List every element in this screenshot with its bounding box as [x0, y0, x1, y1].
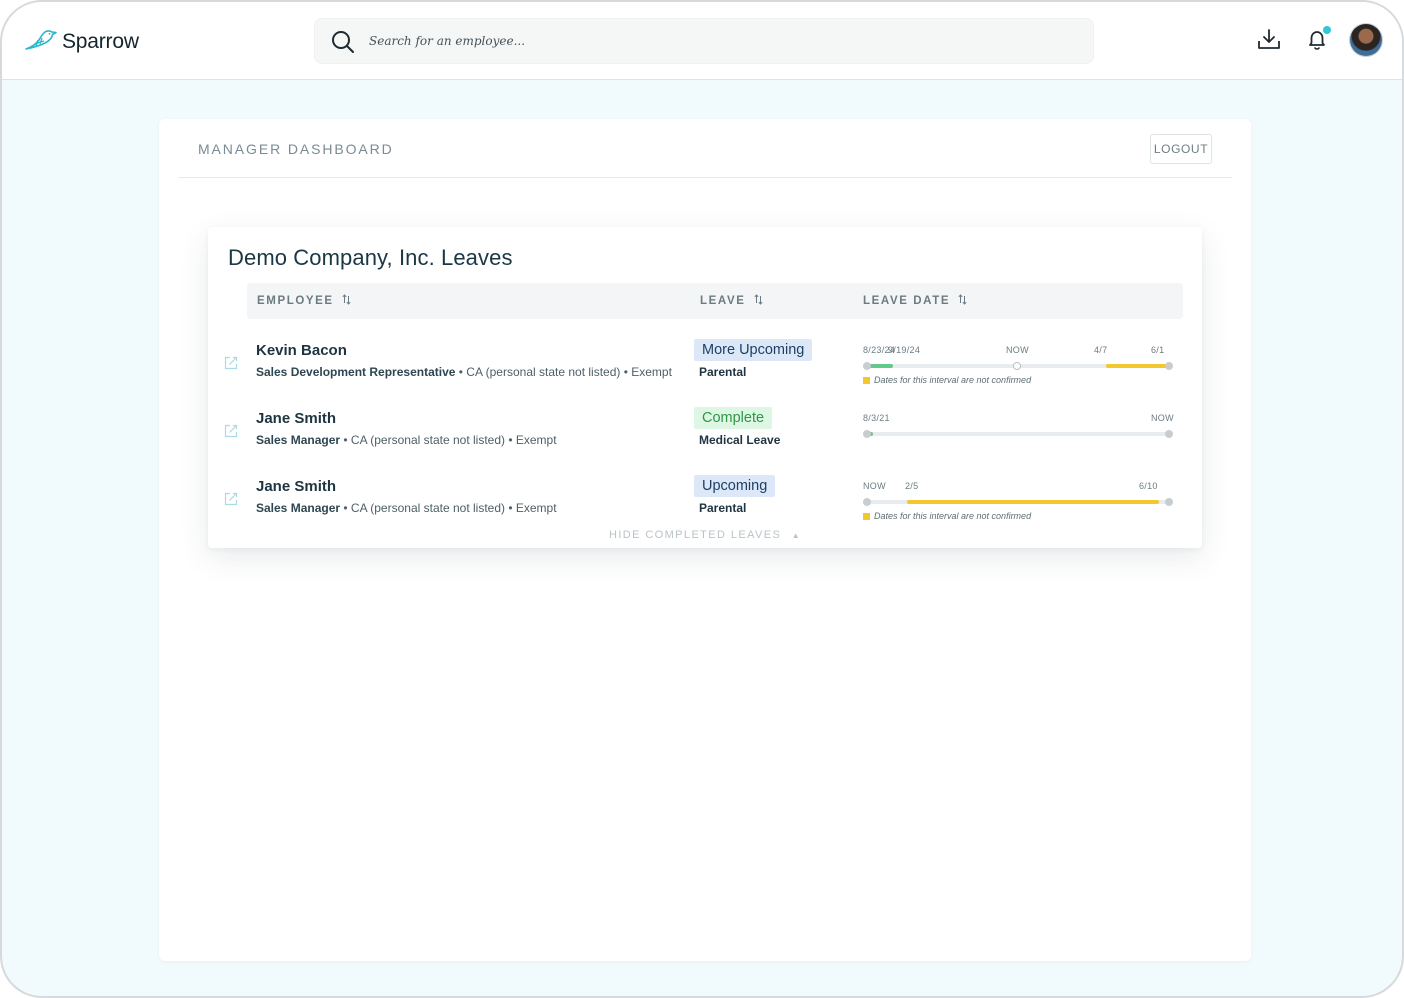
timeline-label: 6/1 [1151, 345, 1165, 355]
sort-icon[interactable] [342, 294, 351, 308]
timeline-label: NOW [1151, 413, 1174, 423]
employee-details: • CA (personal state not listed) • Exemp… [455, 365, 672, 379]
leave-type: Medical Leave [699, 433, 781, 447]
search-icon[interactable] [330, 29, 356, 60]
unconfirmed-note: Dates for this interval are not confirme… [863, 375, 1031, 385]
timeline-track [867, 432, 1171, 436]
leave-timeline: 8/23/24 9/19/24 NOW 4/7 6/1 Dates for th… [859, 335, 1179, 395]
app-window: Sparrow MANAGE [0, 0, 1404, 998]
leaves-card: Demo Company, Inc. Leaves EMPLOYEE LEAVE… [208, 227, 1202, 548]
sparrow-logo-icon [24, 26, 58, 57]
timeline-segment-unconfirmed [1106, 364, 1169, 368]
page-title: MANAGER DASHBOARD [198, 141, 394, 157]
avatar[interactable] [1350, 24, 1382, 56]
employee-title: Sales Manager [256, 433, 341, 447]
hide-completed-label: HIDE COMPLETED LEAVES [608, 529, 782, 541]
timeline-label: NOW [1006, 345, 1029, 355]
top-bar: Sparrow [2, 2, 1402, 80]
status-badge: More Upcoming [694, 339, 813, 361]
unconfirmed-note-text: Dates for this interval are not confirme… [874, 375, 1032, 385]
employee-meta: Sales Development Representative • CA (p… [256, 365, 672, 379]
timeline-label: NOW [863, 481, 886, 491]
leave-timeline: 8/3/21 NOW [859, 403, 1179, 463]
leaves-title: Demo Company, Inc. Leaves [228, 245, 513, 270]
column-leave-label: LEAVE [700, 295, 746, 307]
edit-icon[interactable] [224, 424, 238, 443]
timeline-now-dot [1013, 362, 1021, 370]
search-bar[interactable] [314, 18, 1094, 64]
sort-icon[interactable] [753, 294, 763, 308]
timeline-label: 6/10 [1139, 481, 1158, 491]
timeline-label: 2/5 [905, 481, 919, 491]
timeline-label: 9/19/24 [888, 345, 921, 355]
timeline-end-dot [1165, 430, 1173, 438]
divider [178, 177, 1232, 178]
unconfirmed-legend-swatch [863, 512, 870, 520]
sort-icon[interactable] [958, 294, 967, 308]
column-leave[interactable]: LEAVE [700, 294, 763, 308]
employee-details: • CA (personal state not listed) • Exemp… [340, 501, 557, 515]
timeline-label: 4/7 [1094, 345, 1108, 355]
employee-meta: Sales Manager • CA (personal state not l… [256, 433, 557, 447]
brand-name: Sparrow [62, 29, 139, 53]
employee-meta: Sales Manager • CA (personal state not l… [256, 501, 557, 515]
employee-details: • CA (personal state not listed) • Exemp… [340, 433, 557, 447]
edit-icon[interactable] [224, 356, 238, 375]
employee-name[interactable]: Jane Smith [256, 478, 336, 495]
timeline-end-dot [1165, 362, 1173, 370]
download-icon[interactable] [1256, 27, 1282, 58]
hide-completed-leaves-link[interactable]: HIDE COMPLETED LEAVES ▲ [208, 529, 1202, 541]
timeline-segment-unconfirmed [907, 500, 1159, 504]
status-badge: Upcoming [694, 475, 776, 497]
search-input[interactable] [369, 19, 1069, 63]
edit-icon[interactable] [224, 492, 238, 511]
table-header: EMPLOYEE LEAVE LEAVE DATE [247, 283, 1183, 319]
employee-title: Sales Manager [256, 501, 341, 515]
column-employee[interactable]: EMPLOYEE [257, 294, 351, 308]
timeline-now-dot [863, 498, 871, 506]
unconfirmed-note-text: Dates for this interval are not confirme… [874, 511, 1032, 521]
notification-dot [1323, 26, 1331, 34]
leave-type: Parental [699, 501, 747, 515]
timeline-start-dot [863, 362, 871, 370]
timeline-label: 8/3/21 [863, 413, 890, 423]
unconfirmed-legend-swatch [863, 376, 870, 384]
column-leave-date-label: LEAVE DATE [863, 295, 951, 307]
unconfirmed-note: Dates for this interval are not confirme… [863, 511, 1031, 521]
employee-name[interactable]: Jane Smith [256, 410, 336, 427]
leave-type: Parental [699, 365, 747, 379]
column-leave-date[interactable]: LEAVE DATE [863, 294, 967, 308]
timeline-end-dot [1165, 498, 1173, 506]
employee-name[interactable]: Kevin Bacon [256, 342, 347, 359]
column-employee-label: EMPLOYEE [257, 295, 334, 307]
leave-timeline: NOW 2/5 6/10 Dates for this interval are… [859, 471, 1179, 531]
status-badge: Complete [694, 407, 773, 429]
brand[interactable]: Sparrow [24, 26, 139, 57]
timeline-start-dot [863, 430, 871, 438]
table-row[interactable]: Jane Smith Sales Manager • CA (personal … [208, 403, 1202, 471]
logout-button[interactable]: LOGOUT [1150, 134, 1212, 164]
table-row[interactable]: Kevin Bacon Sales Development Representa… [208, 335, 1202, 403]
caret-up-icon: ▲ [791, 531, 802, 540]
employee-title: Sales Development Representative [256, 365, 456, 379]
